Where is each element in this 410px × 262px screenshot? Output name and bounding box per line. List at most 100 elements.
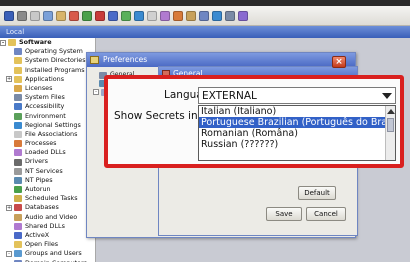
cut-icon[interactable] — [30, 10, 40, 21]
preferences-titlebar[interactable]: Preferences — [87, 53, 355, 67]
environment-icon — [14, 112, 22, 120]
tree-item[interactable]: Drivers — [0, 157, 95, 166]
tree-item-label: System Files — [25, 93, 65, 102]
close-icon: × — [335, 57, 343, 67]
tree-item-label: NT Pipes — [25, 175, 53, 184]
settings-icon[interactable] — [186, 10, 196, 21]
network-icon[interactable] — [134, 10, 144, 21]
cancel-button[interactable]: Cancel — [306, 207, 346, 221]
activex-icon — [14, 232, 22, 240]
preferences-icon — [90, 56, 99, 64]
tree-item[interactable]: System Directories — [0, 56, 95, 65]
tree-item-label: Shared DLLs — [25, 221, 65, 230]
refresh-icon[interactable] — [82, 10, 92, 21]
delete-icon[interactable] — [69, 10, 79, 21]
tree-item[interactable]: Operating System — [0, 47, 95, 56]
tree-item-label: Loaded DLLs — [25, 148, 66, 157]
options-icon[interactable] — [160, 10, 170, 21]
tree-item-label: NT Services — [25, 166, 63, 175]
scroll-thumb[interactable] — [387, 118, 394, 132]
tree-item[interactable]: Environment — [0, 112, 95, 121]
language-select[interactable]: EXTERNAL — [198, 87, 396, 104]
save-icon[interactable] — [4, 10, 14, 21]
web-icon[interactable] — [212, 10, 222, 21]
language-dropdown-list[interactable]: Italian (Italiano) Portuguese Brazilian (… — [198, 105, 396, 161]
show-secrets-label: Show Secrets in I — [114, 110, 205, 122]
tree-item-label: Licenses — [25, 83, 53, 92]
tree-item-label: Accessibility — [25, 102, 65, 111]
copy-icon[interactable] — [43, 10, 53, 21]
tree-item-label: Regional Settings — [25, 120, 81, 129]
tree-item-label: Processes — [25, 139, 57, 148]
tree-item[interactable]: Processes — [0, 139, 95, 148]
info-icon[interactable] — [225, 10, 235, 21]
file-icon — [14, 130, 22, 138]
close-button[interactable]: × — [332, 56, 346, 68]
preferences-title: Preferences — [103, 55, 148, 64]
tree-item-label: Installed Programs — [25, 65, 85, 74]
pipes-icon — [14, 176, 22, 184]
tree-item[interactable]: Loaded DLLs — [0, 148, 95, 157]
language-option[interactable]: Portuguese Brazilian (Português do Brasi… — [199, 117, 385, 128]
dll-icon — [14, 222, 22, 230]
software-tree[interactable]: - Software Operating System System Direct… — [0, 38, 96, 262]
tree-item-label: Drivers — [25, 157, 48, 166]
folder-icon — [14, 75, 22, 83]
computer-icon — [14, 48, 22, 56]
tree-item[interactable]: File Associations — [0, 130, 95, 139]
folder-icon — [14, 66, 22, 74]
driver-icon — [14, 158, 22, 166]
default-button[interactable]: Default — [298, 186, 336, 200]
accessibility-icon — [14, 103, 22, 111]
tree-item[interactable]: Regional Settings — [0, 121, 95, 130]
folder-icon — [8, 39, 16, 47]
services-icon — [14, 167, 22, 175]
tree-item[interactable]: Installed Programs — [0, 66, 95, 75]
chevron-down-icon[interactable] — [382, 93, 392, 99]
find-icon[interactable] — [147, 10, 157, 21]
tree-item[interactable]: NT Services — [0, 167, 95, 176]
save-button[interactable]: Save — [266, 207, 302, 221]
tree-root[interactable]: - Software — [0, 38, 95, 47]
scroll-up-icon[interactable] — [387, 109, 395, 114]
tasks-icon — [14, 195, 22, 203]
folder-icon — [14, 57, 22, 65]
tree-item[interactable]: Shared DLLs — [0, 222, 95, 231]
tree-item[interactable]: ActiveX — [0, 231, 95, 240]
database-icon — [14, 204, 22, 212]
dropdown-scrollbar[interactable] — [385, 106, 395, 160]
stop-icon[interactable] — [95, 10, 105, 21]
users-icon — [14, 250, 22, 258]
chart-icon[interactable] — [121, 10, 131, 21]
dll-icon — [14, 149, 22, 157]
report-icon[interactable] — [108, 10, 118, 21]
print-icon[interactable] — [17, 10, 27, 21]
language-option[interactable]: Russian (??????) — [199, 139, 385, 150]
about-icon[interactable] — [238, 10, 248, 21]
tree-item[interactable]: + Databases — [0, 203, 95, 212]
tree-item[interactable]: Licenses — [0, 84, 95, 93]
language-option[interactable]: Italian (Italiano) — [199, 106, 385, 117]
tree-item[interactable]: Domain Computers — [0, 259, 95, 262]
tree-item[interactable]: Audio and Video — [0, 213, 95, 222]
toolbar — [0, 6, 410, 26]
tree-item[interactable]: System Files — [0, 93, 95, 102]
tree-item-label: Domain Computers — [25, 259, 87, 262]
collapse-icon[interactable]: - — [0, 39, 6, 46]
tree-item[interactable]: Open Files — [0, 240, 95, 249]
language-select-value: EXTERNAL — [202, 90, 257, 102]
export-icon[interactable] — [173, 10, 183, 21]
tree-item[interactable]: Autorun — [0, 185, 95, 194]
tree-item[interactable]: Scheduled Tasks — [0, 194, 95, 203]
tree-item[interactable]: - Groups and Users — [0, 249, 95, 258]
expand-icon[interactable]: + — [6, 76, 12, 83]
language-option[interactable]: Romanian (Româna) — [199, 128, 385, 139]
expand-icon[interactable]: + — [6, 204, 12, 211]
tree-item[interactable]: Accessibility — [0, 102, 95, 111]
paste-icon[interactable] — [56, 10, 66, 21]
collapse-icon[interactable]: - — [6, 250, 12, 257]
tree-item[interactable]: NT Pipes — [0, 176, 95, 185]
help-icon[interactable] — [199, 10, 209, 21]
tree-item[interactable]: + Applications — [0, 75, 95, 84]
collapse-icon[interactable]: - — [93, 89, 99, 96]
